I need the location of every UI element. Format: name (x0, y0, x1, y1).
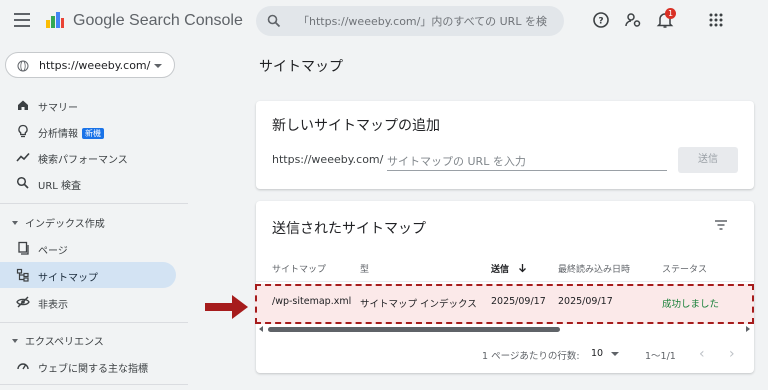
sitemap-url-input[interactable] (387, 153, 667, 171)
sidebar-item-sitemaps[interactable]: サイトマップ (0, 262, 176, 288)
scroll-left-icon[interactable] (259, 326, 263, 332)
sidebar-divider (0, 203, 188, 204)
column-header-status[interactable]: ステータス (662, 262, 707, 275)
section-experience[interactable]: エクスペリエンス (12, 333, 104, 348)
app-title: Google Search Console (73, 12, 243, 29)
header-divider (256, 281, 754, 282)
search-icon (267, 14, 281, 28)
dropdown-caret-icon[interactable] (611, 352, 619, 356)
pointer-arrow-icon (205, 295, 248, 319)
sidebar-item-removals[interactable]: 非表示 (0, 289, 176, 315)
sidebar-item-label: 分析情報 (38, 129, 78, 140)
section-label: インデックス作成 (25, 219, 105, 230)
scroll-right-icon[interactable] (746, 326, 750, 332)
collapse-caret-icon (12, 221, 18, 225)
sidebar-item-pages[interactable]: ページ (0, 235, 176, 261)
horizontal-scrollbar[interactable] (268, 327, 560, 332)
globe-icon (17, 60, 29, 72)
notification-count-badge: 1 (665, 8, 676, 19)
svg-text:?: ? (598, 17, 603, 27)
column-header-submitted[interactable]: 送信 (491, 262, 527, 275)
previous-page-icon[interactable]: ‹ (699, 346, 705, 362)
menu-icon[interactable] (14, 13, 30, 27)
dropdown-caret-icon (154, 64, 162, 68)
sidebar-item-label: 非表示 (38, 300, 68, 311)
section-indexing[interactable]: インデックス作成 (12, 215, 105, 230)
add-sitemap-title: 新しいサイトマップの追加 (272, 118, 440, 134)
section-label: エクスペリエンス (25, 337, 104, 348)
sidebar: https://weeeby.com/ サマリー 分析情報 新機 検索パフォーマン… (0, 42, 188, 390)
sidebar-item-label: サマリー (38, 103, 78, 114)
account-settings-icon[interactable] (624, 11, 642, 29)
sidebar-item-summary[interactable]: サマリー (0, 92, 176, 118)
pages-icon (18, 241, 29, 255)
pagination-range: 1〜1/1 (645, 351, 676, 362)
sidebar-item-core-web-vitals[interactable]: ウェブに関する主な指標 (0, 353, 176, 379)
top-app-bar: Google Search Console ? 1 (0, 0, 768, 42)
sidebar-divider (0, 384, 188, 385)
sitemap-url-prefix: https://weeeby.com/ (272, 153, 384, 166)
lightbulb-icon (18, 124, 28, 138)
cell-type: サイトマップ インデックス (360, 299, 477, 310)
sidebar-divider (0, 322, 188, 323)
add-sitemap-card: 新しいサイトマップの追加 https://weeeby.com/ 送信 (256, 101, 754, 189)
sidebar-item-label: ウェブに関する主な指標 (38, 364, 148, 375)
trending-icon (16, 152, 30, 162)
search-input[interactable] (298, 13, 556, 29)
sitemap-icon (16, 268, 29, 282)
property-selector-value: https://weeeby.com/ (39, 59, 151, 72)
column-header-sitemap[interactable]: サイトマップ (272, 262, 326, 275)
sidebar-item-url-inspection[interactable]: URL 検査 (0, 170, 176, 196)
rows-per-page-select[interactable]: 10 (591, 348, 603, 359)
new-badge: 新機 (82, 128, 104, 139)
sidebar-item-insights[interactable]: 分析情報 新機 (0, 118, 176, 144)
rows-per-page-label: 1 ページあたりの行数: (482, 351, 580, 362)
search-console-logo (46, 12, 64, 28)
sidebar-item-label: 検索パフォーマンス (38, 155, 128, 166)
collapse-caret-icon (12, 339, 18, 343)
column-header-last-read[interactable]: 最終読み込み日時 (558, 262, 630, 275)
cell-submitted: 2025/09/17 (491, 296, 546, 307)
property-selector[interactable]: https://weeeby.com/ (5, 52, 175, 78)
filter-icon[interactable] (714, 219, 728, 231)
cell-status: 成功しました (662, 299, 720, 310)
submit-button[interactable]: 送信 (678, 147, 738, 173)
submitted-sitemaps-title: 送信されたサイトマップ (272, 221, 426, 237)
sort-descending-icon (519, 264, 527, 273)
column-header-label: 送信 (491, 265, 510, 275)
sidebar-item-label: ページ (38, 246, 68, 257)
sidebar-item-label: URL 検査 (38, 181, 82, 192)
apps-grid-icon[interactable] (707, 11, 725, 29)
search-bar[interactable] (256, 6, 564, 36)
home-icon (18, 100, 28, 110)
sidebar-item-label: サイトマップ (38, 273, 98, 284)
column-header-type[interactable]: 型 (360, 262, 369, 275)
sidebar-item-performance[interactable]: 検索パフォーマンス (0, 144, 176, 170)
search-icon (16, 176, 29, 189)
help-icon[interactable]: ? (592, 11, 610, 29)
page-title: サイトマップ (259, 59, 343, 75)
cell-sitemap[interactable]: /wp-sitemap.xml (272, 296, 351, 307)
speed-icon (17, 363, 29, 370)
eye-off-icon (16, 296, 30, 308)
next-page-icon[interactable]: › (729, 346, 735, 362)
cell-last-read: 2025/09/17 (558, 296, 613, 307)
